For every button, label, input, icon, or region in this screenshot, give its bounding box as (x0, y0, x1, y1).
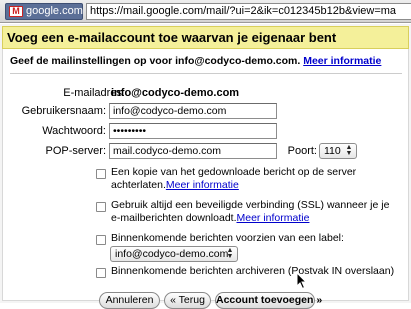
pop-server-label: POP-server: (45, 145, 106, 157)
ssl-checkbox[interactable] (96, 202, 106, 212)
add-account-button[interactable]: Account toevoegen » (215, 292, 322, 309)
email-value: info@codyco-demo.com (111, 87, 240, 99)
leave-copy-option: Een kopie van het gedownloade bericht op… (111, 166, 401, 192)
password-label: Wachtwoord: (42, 125, 106, 137)
label-option-text: Binnenkomende berichten voorzien van een… (111, 232, 344, 244)
intro-text: Geef de mailinstellingen op voor info@co… (10, 55, 381, 67)
back-button[interactable]: « Terug (164, 292, 211, 309)
add-account-dialog: Voeg een e-mailaccount toe waarvan je ei… (0, 24, 411, 309)
site-label: google.com (26, 5, 83, 17)
dialog-content: Geef de mailinstellingen op voor info@co… (2, 49, 409, 309)
cancel-button[interactable]: Annuleren (99, 292, 160, 309)
mouse-cursor-icon (296, 272, 308, 290)
label-select-value: info@codyco-demo.com (115, 248, 229, 260)
site-identity-badge[interactable]: M google.com (5, 3, 83, 20)
ssl-text-2: e-mailberichten downloadt. (111, 212, 237, 224)
address-input[interactable]: https://mail.google.com/mail/?ui=2&ik=c0… (86, 3, 411, 20)
label-checkbox[interactable] (96, 235, 106, 245)
ssl-more-info-link[interactable]: Meer informatie (237, 212, 310, 224)
ssl-option: Gebruik altijd een beveiligde verbinding… (111, 199, 406, 225)
password-input[interactable]: ••••••••• (109, 123, 277, 139)
select-arrows-icon: ▲ ▼ (226, 247, 234, 260)
port-label: Poort: (287, 145, 317, 157)
leave-copy-text-1: Een kopie van het gedownloade bericht op… (111, 166, 357, 178)
leave-copy-checkbox[interactable] (96, 169, 106, 179)
intro-label: Geef de mailinstellingen op voor info@co… (10, 55, 301, 67)
more-info-link[interactable]: Meer informatie (303, 55, 381, 67)
ssl-text-1: Gebruik altijd een beveiligde verbinding… (111, 199, 390, 211)
archive-checkbox[interactable] (96, 268, 106, 278)
port-select[interactable]: 110 ▲ ▼ (319, 143, 357, 159)
divider (10, 73, 402, 74)
port-value: 110 (324, 145, 341, 157)
dialog-title: Voeg een e-mailaccount toe waarvan je ei… (2, 26, 409, 49)
select-arrows-icon: ▲ ▼ (345, 144, 353, 157)
browser-url-bar: M google.com https://mail.google.com/mai… (0, 0, 411, 23)
gmail-icon: M (9, 6, 23, 17)
leave-copy-text-2: achterlaten. (111, 179, 166, 191)
leave-copy-more-info-link[interactable]: Meer informatie (166, 179, 239, 191)
label-select[interactable]: info@codyco-demo.com ▲ ▼ (110, 246, 238, 262)
pop-server-input[interactable]: mail.codyco-demo.com (109, 143, 277, 159)
archive-option-text: Binnenkomende berichten archiveren (Post… (111, 265, 395, 277)
username-label: Gebruikersnaam: (21, 105, 106, 117)
username-input[interactable]: info@codyco-demo.com (109, 103, 277, 119)
